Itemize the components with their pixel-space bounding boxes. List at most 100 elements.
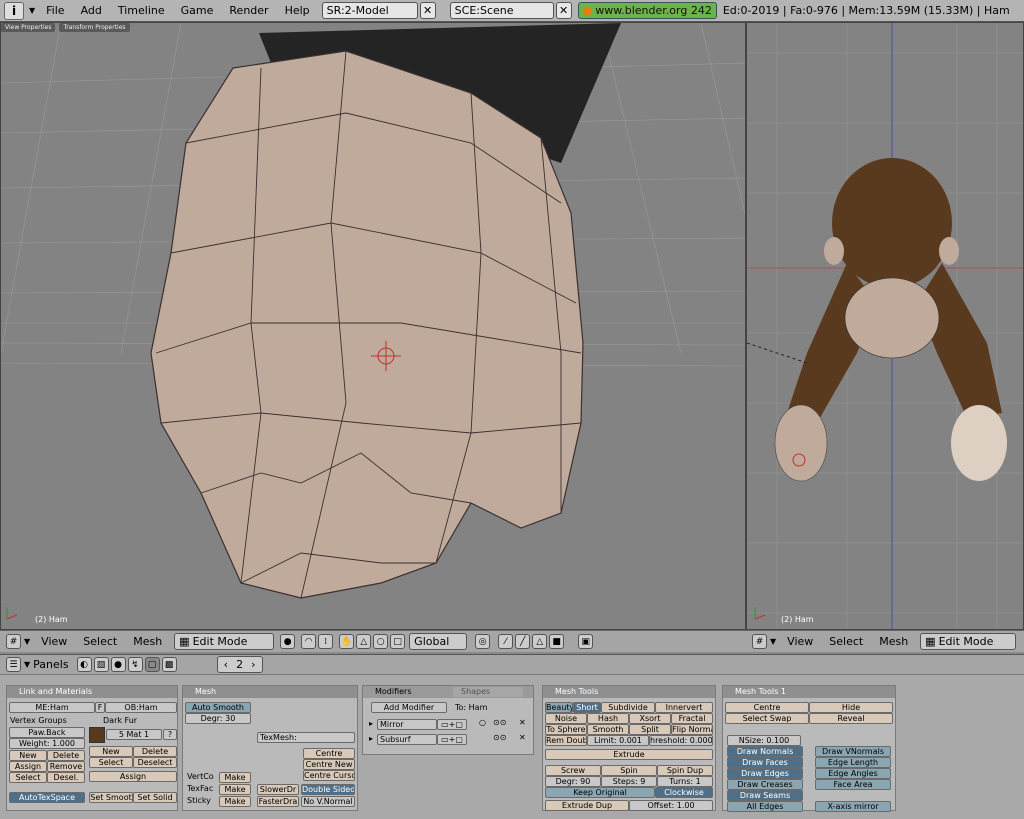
screen-selector[interactable]: SR:2-Model: [321, 2, 418, 19]
panel-title-mesh-tools[interactable]: Mesh Tools: [543, 686, 715, 698]
mt1-centre-button[interactable]: Centre: [725, 702, 809, 713]
menu-add[interactable]: Add: [73, 0, 110, 22]
split-button[interactable]: Split: [629, 724, 671, 735]
double-sided-toggle[interactable]: Double Sided: [301, 784, 355, 795]
delete-scene-icon[interactable]: ✕: [555, 2, 572, 19]
auto-smooth-degree-field[interactable]: Degr: 30: [185, 713, 251, 724]
draw-seams-toggle[interactable]: Draw Seams: [727, 790, 803, 801]
translate-manipulator-icon[interactable]: △: [356, 634, 372, 649]
xsort-button[interactable]: Xsort: [629, 713, 671, 724]
clockwise-toggle[interactable]: Clockwise: [655, 787, 713, 798]
layers-icon[interactable]: ⁞: [318, 634, 334, 649]
hand-manipulator-icon[interactable]: ✋: [339, 634, 355, 649]
to-sphere-button[interactable]: To Sphere: [545, 724, 587, 735]
mirror-toggles-icon[interactable]: ▭+▢: [437, 719, 467, 730]
vgroup-delete-button[interactable]: Delete: [47, 750, 85, 761]
texfac-make-button[interactable]: Make: [219, 784, 251, 795]
tab-view-properties[interactable]: View Properties: [1, 23, 56, 32]
tab-shapes[interactable]: Shapes: [453, 687, 523, 697]
auto-smooth-toggle[interactable]: Auto Smooth: [185, 702, 251, 713]
occlude-icon[interactable]: ■: [549, 634, 565, 649]
menu-timeline[interactable]: Timeline: [110, 0, 173, 22]
buttons-window-type-icon[interactable]: ☰: [6, 657, 21, 672]
fake-user-button[interactable]: F: [95, 702, 105, 713]
draw-faces-toggle[interactable]: Draw Faces: [727, 757, 803, 768]
texmesh-field[interactable]: TexMesh:: [257, 732, 355, 743]
render-icon[interactable]: ▣: [578, 634, 594, 649]
hide-button[interactable]: Hide: [809, 702, 893, 713]
spin-button[interactable]: Spin: [601, 765, 657, 776]
subsurf-expand-icon[interactable]: ▸: [369, 734, 373, 744]
3d-viewport-right[interactable]: (2) Ham: [746, 22, 1024, 630]
menu-file[interactable]: File: [38, 0, 72, 22]
vertco-make-button[interactable]: Make: [219, 772, 251, 783]
material-assign-button[interactable]: Assign: [89, 771, 177, 782]
slower-draw-button[interactable]: SlowerDr: [257, 784, 299, 795]
draw-creases-toggle[interactable]: Draw Creases: [727, 779, 803, 790]
panel-title-mesh[interactable]: Mesh: [183, 686, 357, 698]
blender-url-badge[interactable]: ● www.blender.org 242: [577, 2, 717, 19]
orientation-selector[interactable]: Global: [409, 633, 468, 650]
no-vnormal-flip-toggle[interactable]: No V.Normal: [301, 796, 355, 807]
frame-field[interactable]: ‹ 2 ›: [216, 656, 263, 673]
smooth-button[interactable]: Smooth: [587, 724, 629, 735]
window-type-icon[interactable]: #: [6, 634, 21, 649]
select-swap-button[interactable]: Select Swap: [725, 713, 809, 724]
beauty-toggle[interactable]: Beauty: [545, 702, 573, 713]
centre-cursor-button[interactable]: Centre Curso: [303, 770, 355, 781]
menu-mesh[interactable]: Mesh: [125, 631, 170, 653]
subsurf-delete-icon[interactable]: ✕: [519, 733, 526, 743]
delete-screen-icon[interactable]: ✕: [419, 2, 436, 19]
x-axis-mirror-toggle[interactable]: X-axis mirror: [815, 801, 891, 812]
screw-button[interactable]: Screw: [545, 765, 601, 776]
tab-transform-properties[interactable]: Transform Properties: [59, 23, 130, 32]
menu-game[interactable]: Game: [173, 0, 222, 22]
subdivide-button[interactable]: Subdivide: [601, 702, 655, 713]
mirror-cage-icon[interactable]: ○: [479, 718, 486, 728]
subsurf-toggles-icon[interactable]: ▭+▢: [437, 734, 467, 745]
hash-button[interactable]: Hash: [587, 713, 629, 724]
draw-normals-toggle[interactable]: Draw Normals: [727, 746, 803, 757]
proportional-edit-icon[interactable]: ◎: [475, 634, 491, 649]
menu-collapse-icon[interactable]: ▼: [29, 6, 35, 15]
script-context-icon[interactable]: ▧: [93, 657, 109, 672]
panel-title-link-materials[interactable]: Link and Materials: [7, 686, 177, 698]
pivot-icon[interactable]: ◠: [301, 634, 317, 649]
set-smooth-button[interactable]: Set Smoot: [89, 792, 133, 803]
scene-context-icon[interactable]: ▩: [161, 657, 177, 672]
menu-select-right[interactable]: Select: [821, 631, 871, 653]
draw-type-icon[interactable]: ●: [280, 634, 296, 649]
centre-new-button[interactable]: Centre New: [303, 759, 355, 770]
menu-help[interactable]: Help: [277, 0, 318, 22]
menu-select[interactable]: Select: [75, 631, 125, 653]
header-right-collapse-icon[interactable]: ▼: [770, 637, 776, 646]
vertex-select-icon[interactable]: ⁄: [498, 634, 514, 649]
spin-dup-button[interactable]: Spin Dup: [657, 765, 713, 776]
3d-viewport-left[interactable]: View Properties Transform Properties (2)…: [0, 22, 746, 630]
extrude-dup-button[interactable]: Extrude Dup: [545, 800, 629, 811]
innervert-button[interactable]: Innervert: [655, 702, 713, 713]
mirror-delete-icon[interactable]: ✕: [519, 718, 526, 728]
object-name-field[interactable]: OB:Ham: [105, 702, 177, 713]
window-type-right-icon[interactable]: #: [752, 634, 767, 649]
subsurf-modifier-name[interactable]: Subsurf: [377, 734, 437, 745]
panel-title-mesh-tools-1[interactable]: Mesh Tools 1: [723, 686, 895, 698]
mirror-modifier-name[interactable]: Mirror: [377, 719, 437, 730]
menu-view[interactable]: View: [33, 631, 75, 653]
sticky-make-button[interactable]: Make: [219, 796, 251, 807]
weight-field[interactable]: Weight: 1.000: [9, 738, 85, 749]
threshold-field[interactable]: hreshold: 0.000: [649, 735, 713, 746]
edge-select-icon[interactable]: ╱: [515, 634, 531, 649]
vgroup-deselect-button[interactable]: Desel.: [47, 772, 85, 783]
faster-draw-button[interactable]: FasterDra: [257, 796, 299, 807]
offset-field[interactable]: Offset: 1.00: [629, 800, 713, 811]
scene-selector[interactable]: SCE:Scene: [449, 2, 554, 19]
face-select-icon[interactable]: △: [532, 634, 548, 649]
logic-context-icon[interactable]: ◐: [76, 657, 92, 672]
subsurf-move-icon[interactable]: ⊙⊙: [493, 733, 506, 743]
vertex-group-selector[interactable]: Paw.Back: [9, 727, 85, 738]
keep-original-toggle[interactable]: Keep Original: [545, 787, 655, 798]
material-color-swatch[interactable]: [89, 727, 105, 743]
material-new-button[interactable]: New: [89, 746, 133, 757]
reveal-button[interactable]: Reveal: [809, 713, 893, 724]
